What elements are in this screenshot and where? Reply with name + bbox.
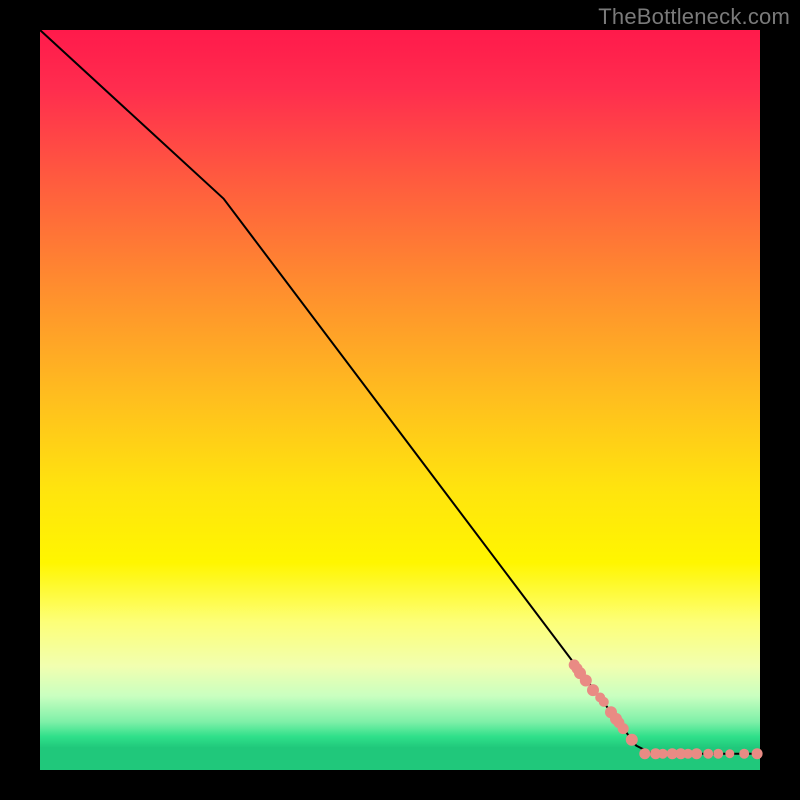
data-marker [599, 697, 609, 707]
data-marker [752, 748, 763, 759]
data-marker [725, 749, 734, 758]
data-marker [580, 675, 592, 687]
data-marker [618, 723, 629, 734]
plot-background [40, 30, 760, 770]
chart-frame: { "watermark": "TheBottleneck.com", "cha… [0, 0, 800, 800]
data-marker [626, 734, 638, 746]
data-marker [639, 748, 650, 759]
data-marker [713, 749, 723, 759]
data-marker [658, 749, 668, 759]
watermark-text: TheBottleneck.com [598, 4, 790, 30]
data-marker [703, 749, 713, 759]
data-marker [691, 748, 702, 759]
data-marker [739, 749, 749, 759]
bottleneck-chart [0, 0, 800, 800]
